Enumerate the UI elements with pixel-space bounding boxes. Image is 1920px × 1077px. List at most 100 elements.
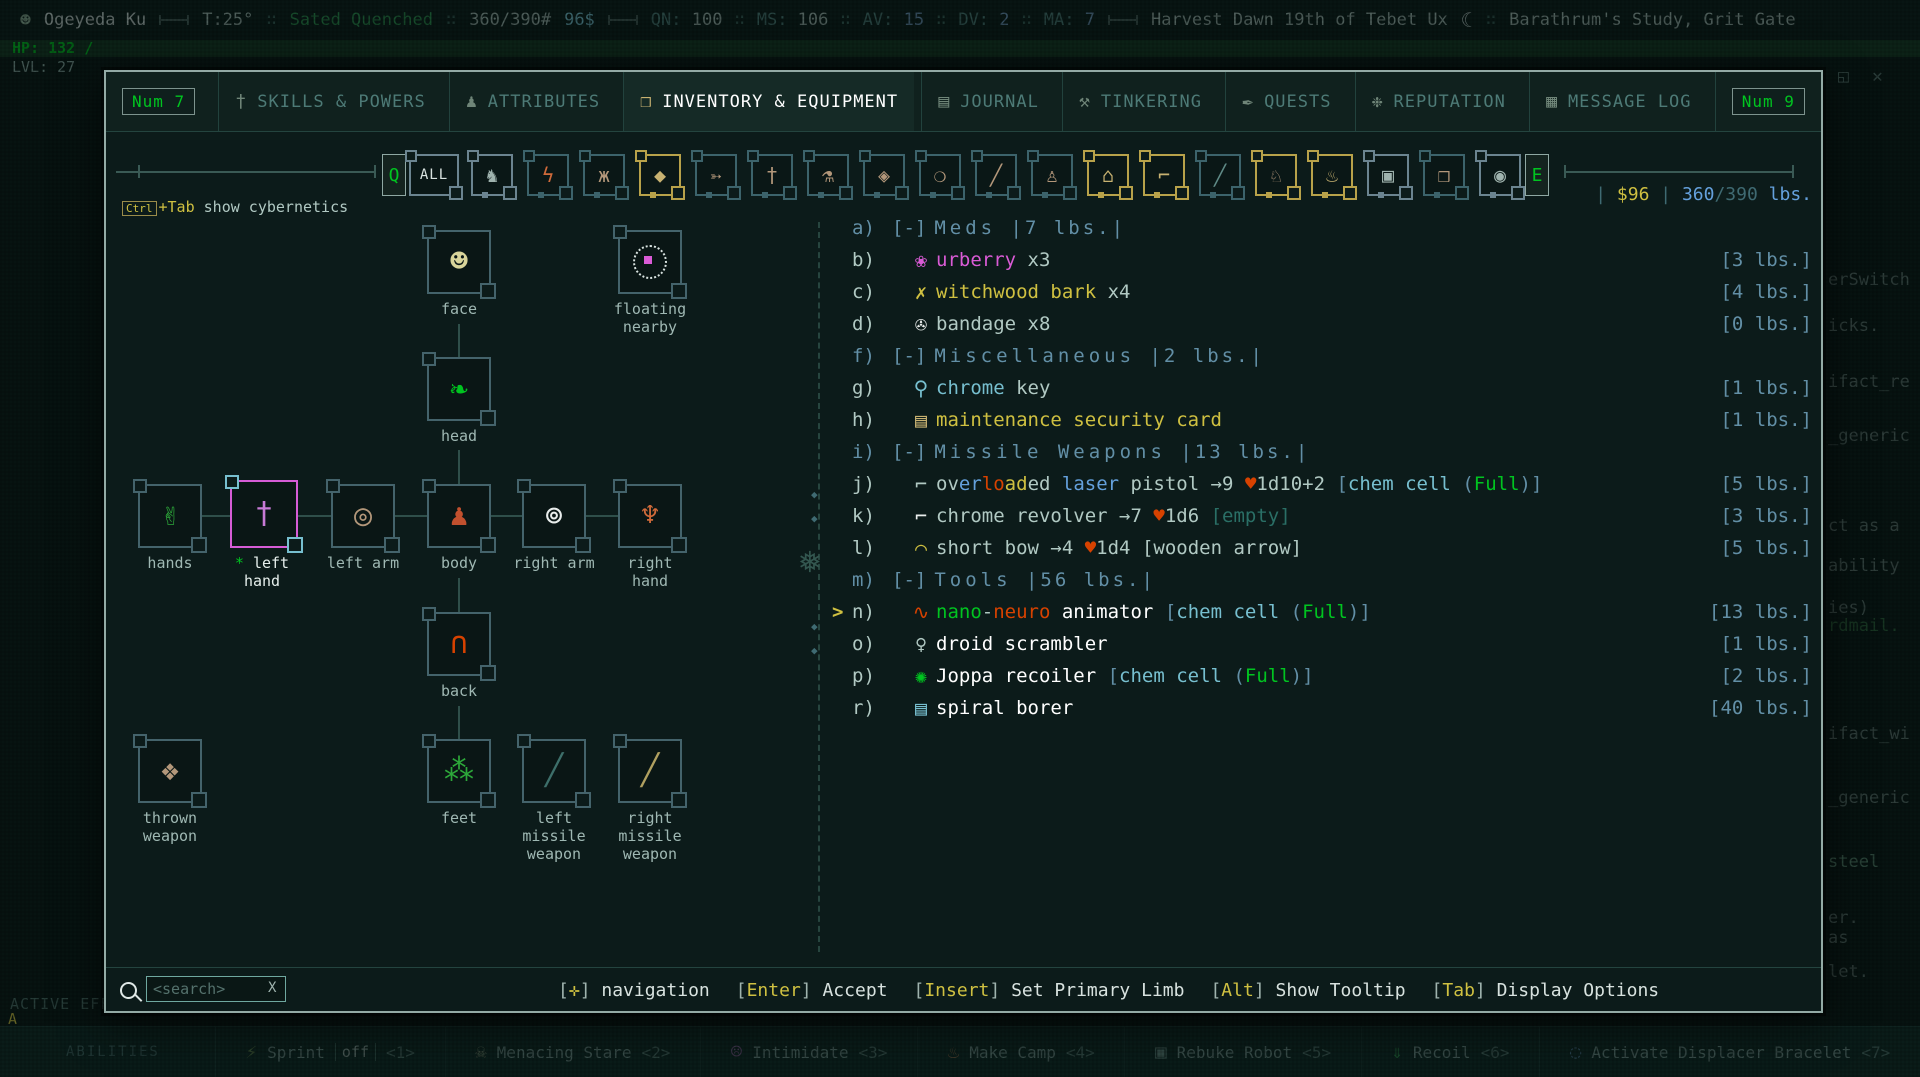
filter-category-steed[interactable]: ♘ [1251, 150, 1301, 200]
inventory-category-row[interactable]: a) [-] Meds |7 lbs.| [832, 212, 1812, 244]
inventory-item-row[interactable]: g) ⚲ chrome key [1 lbs.] [832, 372, 1812, 404]
tab-attributes[interactable]: ♟ ATTRIBUTES [448, 72, 616, 131]
inventory-item-row[interactable]: d) ✇ bandage x8 [0 lbs.] [832, 308, 1812, 340]
inventory-item-row[interactable]: c) ✗ witchwood bark x4 [4 lbs.] [832, 276, 1812, 308]
search-input[interactable] [146, 976, 286, 1002]
filter-datadisk-icon: ▣ [1381, 163, 1395, 187]
slot-head[interactable]: ❧ [422, 352, 496, 426]
inventory-item-row[interactable]: o) ♀ droid scrambler [1 lbs.] [832, 628, 1812, 660]
dot-separator: ∷ [1021, 10, 1032, 30]
item-icon: ✇ [914, 312, 928, 336]
row-hotkey-letter: b) [852, 249, 875, 271]
divider-tick [1564, 165, 1566, 178]
inventory-item-row[interactable]: h) ▤ maintenance security card [1 lbs.] [832, 404, 1812, 436]
close-icon[interactable]: ✕ [1872, 66, 1883, 87]
filter-category-pistol[interactable]: ⌐ [1139, 150, 1189, 200]
tab-num-9[interactable]: Num 9 [1714, 72, 1821, 131]
ability-activate-displacer-bracelet[interactable]: ◌ Activate Displacer Bracelet <7> [1539, 1027, 1920, 1077]
bracket: ] [1253, 979, 1276, 1001]
bracket: [ [735, 979, 747, 1001]
filter-category-bug[interactable]: ж [579, 150, 629, 200]
tab-tinkering[interactable]: ⚒ TINKERING [1062, 72, 1218, 131]
ability-make-camp[interactable]: ♨ Make Camp <4> [917, 1027, 1124, 1077]
dot-separator: ∷ [266, 10, 277, 30]
slot-right-hand[interactable]: ♆ [613, 479, 687, 553]
log-fragment: as [1828, 928, 1849, 948]
tab-message-log[interactable]: ▦ MESSAGE LOG [1529, 72, 1707, 131]
filter-category-chest[interactable]: ⌂ [1083, 150, 1133, 200]
collapse-toggle[interactable]: [-] [892, 217, 926, 239]
tab-quests[interactable]: ✒ QUESTS [1225, 72, 1347, 131]
filter-category-pack[interactable]: ❒ [1419, 150, 1469, 200]
filter-all-button[interactable]: ALL [405, 150, 463, 200]
tab-num-7[interactable]: Num 7 [106, 72, 211, 131]
floating-orb-icon [633, 245, 667, 279]
category-weight: |13 lbs.| [1165, 441, 1311, 463]
search-clear-button[interactable]: X [268, 980, 276, 996]
left-arm-icon: ◎ [353, 498, 373, 533]
tab-journal[interactable]: ▤ JOURNAL [921, 72, 1055, 131]
ability-rebuke-robot[interactable]: ▣ Rebuke Robot <5> [1124, 1027, 1360, 1077]
tab-skills-powers[interactable]: † SKILLS & POWERS [218, 72, 441, 131]
filter-category-whip[interactable]: ϟ [523, 150, 573, 200]
item-name-segment: →7 [1119, 505, 1154, 527]
filter-category-satchel[interactable]: ◆ [635, 150, 685, 200]
filter-category-amulet[interactable]: ❍ [915, 150, 965, 200]
item-icon: ❀ [914, 248, 928, 272]
filter-prev-key[interactable]: Q [382, 154, 406, 196]
slot-feet[interactable]: ⁂ [422, 734, 496, 808]
collapse-toggle[interactable]: [-] [892, 345, 926, 367]
filter-category-creature[interactable]: ♞ [467, 150, 517, 200]
slot-floating-nearby[interactable] [613, 225, 687, 299]
inventory-item-row[interactable]: p) ✺ Joppa recoiler [chem cell (Full)] [2 l… [832, 660, 1812, 692]
collapse-toggle[interactable]: [-] [892, 569, 926, 591]
slot-left-missile-weapon[interactable]: ╱ [517, 734, 591, 808]
item-name-segment: chem cell [1119, 665, 1222, 687]
slot-left-arm[interactable]: ◎ [326, 479, 400, 553]
slot-right-arm[interactable]: ⊚ [517, 479, 591, 553]
filter-ring-icon: ◉ [1493, 163, 1507, 187]
inventory-item-row[interactable]: r) ▤ spiral borer [40 lbs.] [832, 692, 1812, 724]
filter-category-gem[interactable]: ◈ [859, 150, 909, 200]
filter-category-arrow[interactable]: ➳ [691, 150, 741, 200]
filter-category-hookah[interactable]: ♨ [1307, 150, 1357, 200]
inventory-item-row[interactable]: k) ⌐ chrome revolver →7 ♥1d6 [empty] [3 lbs… [832, 500, 1812, 532]
tab-icon: ▦ [1546, 91, 1558, 112]
ability-intimidate[interactable]: ☹ Intimidate <3> [700, 1027, 917, 1077]
item-name-segment: pistol [1119, 473, 1211, 495]
tab-inventory-equipment[interactable]: ❒ INVENTORY & EQUIPMENT [623, 72, 915, 131]
slot-hands[interactable]: ✌ [133, 479, 207, 553]
slot-body[interactable]: ♟ [422, 479, 496, 553]
slot-left-hand[interactable]: † [225, 475, 303, 553]
ability-menacing-stare[interactable]: ☠ Menacing Stare <2> [444, 1027, 701, 1077]
slot-right-missile-weapon[interactable]: ╱ [613, 734, 687, 808]
inventory-item-row[interactable]: > n) ∿ nano-neuro animator [chem cell (Full… [832, 596, 1812, 628]
filter-category-vial[interactable]: ⚗ [803, 150, 853, 200]
inventory-item-row[interactable]: l) ⌒ short bow →4 ♥1d4 [wooden arrow] [5 lb… [832, 532, 1812, 564]
resize-icon[interactable]: ◱ [1838, 66, 1849, 87]
inventory-category-row[interactable]: f) [-] Miscellaneous |2 lbs.| [832, 340, 1812, 372]
filter-category-sword[interactable]: ╱ [971, 150, 1021, 200]
item-name-segment: x8 [1016, 313, 1051, 335]
inventory-category-row[interactable]: m) [-] Tools |56 lbs.| [832, 564, 1812, 596]
slot-back[interactable]: ∩ [422, 607, 496, 681]
tab-bar: Num 7 † SKILLS & POWERS ♟ ATTRIBUTES ❒ INVENTO… [106, 72, 1821, 132]
slot-face[interactable]: ☻ [422, 225, 496, 299]
ability-sprint[interactable]: ⚡ Sprint off <1> [215, 1027, 445, 1077]
stat-label: MA: [1043, 10, 1085, 30]
filter-category-figurine[interactable]: ♙ [1027, 150, 1077, 200]
inventory-item-row[interactable]: j) ⌐ overloaded laser pistol →9 ♥1d10+2 [c… [832, 468, 1812, 500]
inventory-item-row[interactable]: b) ❀ urberry x3 [3 lbs.] [832, 244, 1812, 276]
slot-label-line: weapon [622, 845, 678, 863]
slot-thrown-weapon[interactable]: ❖ [133, 734, 207, 808]
filter-category-datadisk[interactable]: ▣ [1363, 150, 1413, 200]
filter-satchel-icon: ◆ [653, 163, 667, 187]
filter-category-blade[interactable]: † [747, 150, 797, 200]
slot-label-line: thrown [142, 809, 198, 827]
inventory-category-row[interactable]: i) [-] Missile Weapons |13 lbs.| [832, 436, 1812, 468]
tab-reputation[interactable]: ❉ REPUTATION [1354, 72, 1522, 131]
collapse-toggle[interactable]: [-] [892, 441, 926, 463]
filter-category-rifle[interactable]: ╱ [1195, 150, 1245, 200]
ability-recoil[interactable]: ⇓ Recoil <6> [1360, 1027, 1539, 1077]
filter-whip-icon: ϟ [541, 163, 555, 187]
